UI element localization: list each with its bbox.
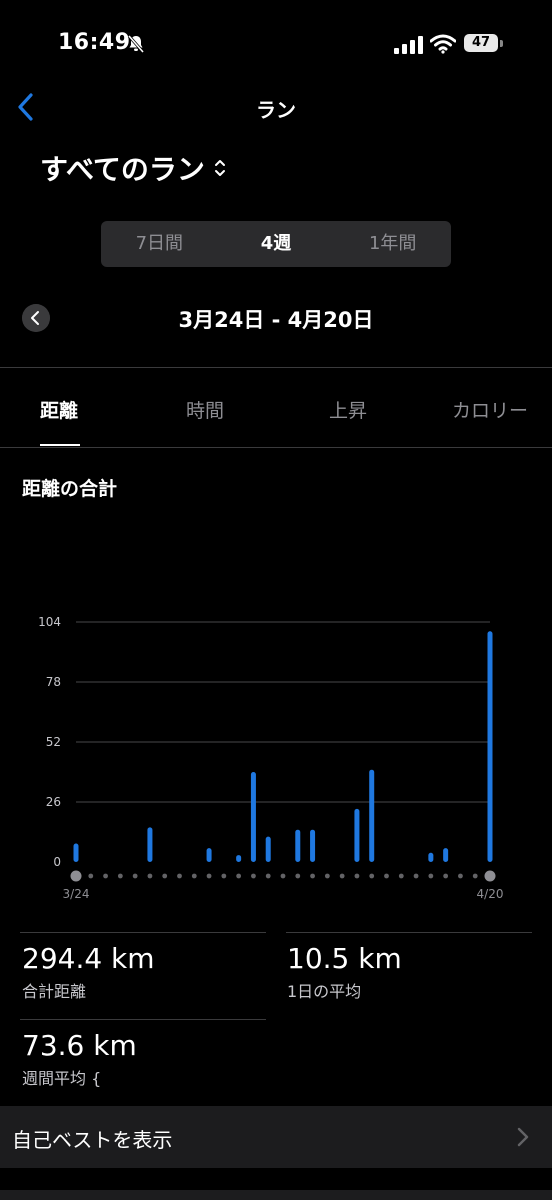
- battery-icon: 47: [464, 34, 504, 54]
- x-axis-dot: [324, 873, 330, 879]
- x-axis-dot: [280, 873, 286, 879]
- bar: [295, 829, 301, 862]
- x-axis-dot: [177, 873, 182, 879]
- x-axis-dot: [236, 873, 242, 879]
- date-range: 3月24日 - 4月20日: [178, 308, 374, 332]
- y-tick-label: 104: [38, 615, 61, 629]
- tab-time[interactable]: 時間: [186, 396, 224, 423]
- bell-muted-icon: [127, 35, 145, 53]
- x-axis-end-dot: [70, 870, 82, 882]
- cellular-signal-icon: [394, 36, 423, 54]
- bar: [206, 848, 212, 862]
- tab-distance[interactable]: 距離: [40, 396, 78, 423]
- x-axis-dot: [339, 873, 345, 879]
- y-tick-label: 26: [46, 795, 61, 809]
- tab-elevation[interactable]: 上昇: [329, 396, 367, 423]
- bottom-panel: [0, 1190, 552, 1200]
- bar: [73, 843, 79, 862]
- activity-selector[interactable]: すべてのラン: [40, 148, 227, 188]
- x-axis-dot: [310, 873, 315, 879]
- x-axis-dot: [369, 873, 375, 879]
- bar: [310, 829, 316, 862]
- x-axis-dot: [458, 873, 463, 879]
- x-axis-end-dot: [484, 870, 496, 882]
- x-axis-dot: [428, 873, 434, 879]
- x-axis-dot: [162, 873, 168, 879]
- x-axis-dot: [191, 873, 197, 879]
- divider: [20, 1019, 266, 1020]
- total-distance-label: 合計距離: [22, 982, 87, 1001]
- weekly-average-value: 73.6 km: [22, 1029, 137, 1062]
- x-axis-dot: [103, 873, 108, 879]
- x-axis-dot: [265, 873, 271, 879]
- y-tick-label: 52: [46, 735, 61, 749]
- divider: [286, 932, 532, 933]
- wifi-icon: [430, 34, 456, 54]
- total-distance-value: 294.4 km: [22, 942, 155, 975]
- up-down-chevron-icon: [214, 160, 225, 176]
- x-axis-dot: [398, 873, 404, 879]
- x-axis-dot: [443, 873, 449, 879]
- x-axis-dot: [472, 873, 478, 879]
- y-tick-label: 78: [46, 675, 61, 689]
- bar: [487, 631, 493, 862]
- chevron-right-icon: [517, 1127, 529, 1147]
- period-segmented-control: 7日間 4週 1年間: [101, 221, 451, 267]
- section-title: 距離の合計: [22, 478, 118, 500]
- x-axis-dot: [147, 873, 153, 879]
- segment-1year[interactable]: 1年間: [334, 221, 451, 267]
- bar: [147, 827, 153, 862]
- bar: [250, 772, 256, 862]
- tab-calories[interactable]: カロリー: [452, 396, 528, 423]
- daily-average-value: 10.5 km: [287, 942, 402, 975]
- y-tick-label: 0: [53, 855, 61, 869]
- active-tab-indicator: [40, 444, 80, 446]
- x-axis-dot: [384, 873, 389, 879]
- divider: [0, 447, 552, 448]
- x-tick-label-start: 3/24: [63, 887, 90, 901]
- status-time: 16:49: [58, 30, 131, 55]
- daily-average-label: 1日の平均: [287, 982, 362, 1001]
- personal-best-label: 自己ベストを表示: [12, 1128, 173, 1152]
- divider: [20, 932, 266, 933]
- page-title: ラン: [256, 98, 296, 122]
- x-axis-dot: [413, 873, 419, 879]
- bar: [265, 836, 271, 862]
- x-axis-dot: [132, 873, 138, 879]
- bar: [354, 808, 360, 862]
- battery-level: 47: [471, 35, 491, 50]
- divider: [0, 367, 552, 368]
- bar: [428, 852, 434, 862]
- x-axis-dot: [117, 873, 123, 879]
- activity-selector-label: すべてのラン: [40, 153, 205, 186]
- bar: [236, 855, 242, 862]
- weekly-average-label: 週間平均 {: [22, 1069, 102, 1088]
- bar: [369, 769, 375, 862]
- x-axis-dot: [251, 873, 256, 879]
- x-axis-dot: [88, 873, 94, 879]
- x-axis-dot: [295, 873, 301, 879]
- distance-bar-chart: 0 26 52 78 104 3/24 4/20: [38, 615, 504, 901]
- x-axis-dot: [206, 873, 212, 879]
- x-axis-dot: [354, 873, 360, 879]
- segment-7days[interactable]: 7日間: [101, 221, 218, 267]
- segment-4weeks[interactable]: 4週: [218, 221, 335, 267]
- bar: [443, 848, 449, 862]
- x-tick-label-end: 4/20: [477, 887, 504, 901]
- x-axis-dot: [221, 873, 227, 879]
